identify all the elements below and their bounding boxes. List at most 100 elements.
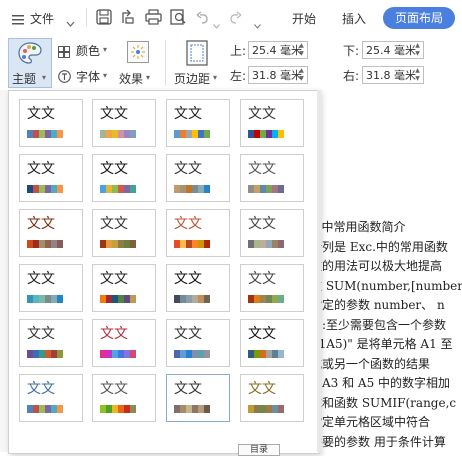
top-margin-field[interactable]: 25.4 毫米 ▲ ▼ [248,41,308,59]
theme-option[interactable]: 文文 [92,319,156,367]
theme-option[interactable]: 文文 [166,99,230,147]
theme-option[interactable]: 文文 [92,374,156,422]
theme-option[interactable]: 文文 [240,99,304,147]
theme-option[interactable]: 文文 [19,374,83,422]
chevron-down-icon[interactable] [254,14,261,33]
color-swatch [130,295,136,303]
theme-option[interactable]: 文文 [19,99,83,147]
color-swatch [278,240,284,248]
color-swatch [130,130,136,138]
chevron-down-icon[interactable]: ▾ [103,71,107,80]
theme-option[interactable]: 文文 [166,209,230,257]
theme-color-swatches [27,240,63,248]
theme-preview-text: 文文 [27,381,55,397]
document-line: A1A5)" 是将单元格 A1 至 [310,337,453,351]
chevron-down-icon[interactable]: ▾ [213,73,217,82]
theme-button[interactable]: 主题 ▾ [8,38,52,88]
theme-option[interactable]: 文文 [166,154,230,202]
chevron-down-icon[interactable] [213,14,220,33]
document-line: 所列是 Exc.中的常用函数 [310,239,448,254]
scrollbar[interactable] [317,90,321,452]
document-line: 数 SUM(number,[number [310,278,462,293]
theme-color-swatches [248,405,284,413]
print-icon[interactable] [145,9,162,29]
color-swatch [130,240,136,248]
effects-button[interactable]: 效果 [119,70,143,87]
theme-option[interactable]: 文文 [166,374,230,422]
tab-insert[interactable]: 插入 [342,10,366,27]
theme-option[interactable]: 文文 [92,264,156,312]
theme-color-swatches [100,130,136,138]
theme-option[interactable]: 文文 [92,99,156,147]
theme-option[interactable]: 文文 [19,154,83,202]
theme-color-swatches [100,295,136,303]
chevron-down-icon[interactable]: ▾ [103,45,107,54]
bottom-margin-value: 25.4 毫米 [366,44,416,57]
document-line: 指定单元格区域中符合 [310,415,431,429]
left-margin-field[interactable]: 31.8 毫米 ▲ ▼ [248,66,308,84]
theme-preview-text: 文文 [100,326,128,342]
theme-color-swatches [248,130,284,138]
save-icon[interactable] [96,9,112,29]
print-preview-icon[interactable] [170,9,187,29]
tab-page-layout[interactable]: 页面布局 [383,7,455,29]
theme-preview-text: 文文 [27,326,55,342]
hamburger-menu-icon[interactable] [12,11,24,25]
colors-grid-icon[interactable] [58,43,70,62]
effects-icon[interactable] [127,41,149,63]
theme-option[interactable]: 文文 [166,319,230,367]
colors-button[interactable]: 颜色 [76,42,100,59]
document-line: 需要的参数 用于条件计算 [310,434,446,449]
theme-preview-text: 文文 [100,161,128,177]
theme-option[interactable]: 文文 [92,209,156,257]
stepper-icon[interactable]: ▲ ▼ [297,67,306,83]
theme-option[interactable]: 文文 [240,319,304,367]
file-menu[interactable]: 文件 [30,10,54,27]
theme-preview-text: 文文 [100,106,128,122]
theme-option[interactable]: 文文 [19,264,83,312]
theme-option[interactable]: 文文 [166,264,230,312]
color-swatch [57,405,63,413]
theme-preview-text: 文文 [100,381,128,397]
right-margin-value: 31.8 毫米 [366,69,416,82]
chevron-down-icon[interactable] [66,13,75,32]
export-icon[interactable] [120,9,136,29]
theme-option[interactable]: 文文 [19,209,83,257]
theme-color-swatches [248,295,284,303]
theme-color-swatches [27,295,63,303]
color-swatch [278,350,284,358]
theme-color-swatches [248,240,284,248]
theme-preview-text: 文文 [248,106,276,122]
document-line: 、A3 和 A5 中的数字相加 [310,376,451,390]
theme-option[interactable]: 文文 [240,374,304,422]
bottom-margin-field[interactable]: 25.4 毫米 ▲ ▼ [362,41,424,59]
stepper-icon[interactable]: ▲ ▼ [413,42,422,58]
stepper-icon[interactable]: ▲ ▼ [297,42,306,58]
stepper-icon[interactable]: ▲ ▼ [413,67,422,83]
color-swatch [278,405,284,413]
chevron-down-icon[interactable]: ▾ [146,73,150,82]
theme-option[interactable]: 文文 [19,319,83,367]
font-icon[interactable] [58,68,71,87]
tab-home[interactable]: 开始 [292,10,316,27]
color-swatch [204,240,210,248]
redo-icon[interactable] [228,10,242,29]
theme-preview-text: 文文 [174,216,202,232]
theme-option[interactable]: 文文 [240,154,304,202]
theme-color-swatches [27,405,63,413]
theme-color-swatches [100,185,136,193]
right-margin-label: 右: [343,69,360,83]
theme-option[interactable]: 文文 [240,264,304,312]
theme-option[interactable]: 文文 [92,154,156,202]
color-swatch [57,240,63,248]
margins-button[interactable]: 页边距 [174,70,210,87]
margins-icon[interactable] [186,40,208,70]
font-button[interactable]: 字体 [76,68,100,85]
quick-access-toolbar: 文件 开始 插入 页面布局 [0,0,462,37]
theme-color-swatches [174,405,210,413]
document-line: 求和函数 SUMIF(range,c [310,395,457,410]
undo-icon[interactable] [196,10,210,29]
color-swatch [130,185,136,193]
theme-option[interactable]: 文文 [240,209,304,257]
right-margin-field[interactable]: 31.8 毫米 ▲ ▼ [362,66,424,84]
